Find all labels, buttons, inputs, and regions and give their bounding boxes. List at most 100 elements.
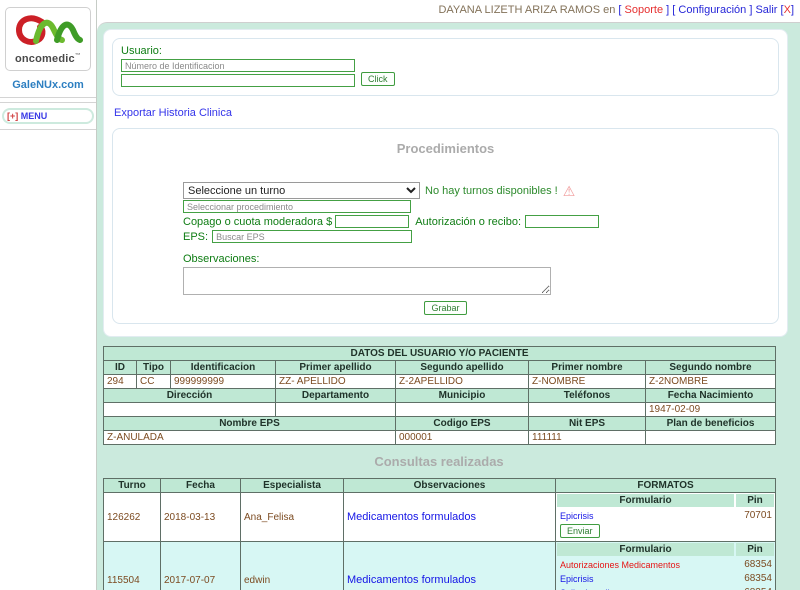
consulta-row: 126262 2018-03-13 Ana_Felisa Medicamento… (104, 493, 776, 542)
col-header-fecha: Fecha (161, 479, 241, 493)
col-header: ID (104, 361, 137, 375)
col-header: Nombre EPS (104, 417, 396, 431)
patient-phones (529, 403, 646, 417)
datos-title: DATOS DEL USUARIO Y/O PACIENTE (104, 347, 776, 361)
col-header-observaciones: Observaciones (344, 479, 556, 493)
formato-pin: 68354 (732, 559, 772, 570)
formato-link[interactable]: Epicrisis (560, 511, 732, 521)
consulta-observaciones-link[interactable]: Medicamentos formulados (347, 574, 476, 586)
menu-label: MENU (21, 111, 48, 121)
col-header: Plan de beneficios (646, 417, 776, 431)
procedimiento-search-input[interactable] (183, 200, 411, 213)
salir-link[interactable]: Salir (755, 4, 777, 16)
col-header: Tipo (137, 361, 171, 375)
consulta-row: 115504 2017-07-07 edwin Medicamentos for… (104, 542, 776, 590)
no-turnos-message: No hay turnos disponibles ! (425, 185, 558, 197)
col-header: Primer apellido (276, 361, 396, 375)
bracket: [ (618, 4, 621, 16)
main-content: Usuario: Click Exportar Historia Clinica… (97, 22, 800, 590)
sidebar-divider (0, 97, 96, 98)
consulta-turno: 115504 (104, 542, 161, 590)
consultas-table-body: 126262 2018-03-13 Ana_Felisa Medicamento… (104, 493, 776, 590)
pin-subheader: Pin (736, 494, 774, 507)
formato-pin: 70701 (732, 510, 772, 521)
configuracion-link[interactable]: Configuración (678, 4, 746, 16)
patient-municipality (396, 403, 529, 417)
menu-toggle[interactable]: [+] MENU (2, 108, 94, 124)
grabar-button[interactable]: Grabar (424, 301, 466, 315)
consulta-especialista: edwin (241, 542, 344, 590)
export-historia-link[interactable]: Exportar Historia Clinica (114, 107, 779, 119)
col-header: Nit EPS (529, 417, 646, 431)
procedimientos-box: Procedimientos Seleccione un turno No ha… (112, 128, 779, 324)
formato-link[interactable]: Autorizaciones Medicamentos (560, 560, 732, 570)
col-header: Codigo EPS (396, 417, 529, 431)
sidebar: oncomedic™ GaleNUx.com [+] MENU (0, 0, 97, 590)
col-header: Identificacion (171, 361, 276, 375)
consultas-title: Consultas realizadas (103, 454, 775, 469)
usuario-label: Usuario: (121, 45, 162, 57)
expand-plus-icon: [+] (7, 111, 18, 121)
formato-link[interactable]: Epicrisis (560, 574, 732, 584)
eps-search-input[interactable] (212, 230, 412, 243)
observaciones-label: Observaciones: (183, 253, 770, 265)
consulta-formatos-cell: Formulario Pin Autorizaciones Medicament… (556, 542, 776, 590)
eps-code: 000001 (396, 431, 529, 445)
autorizacion-input[interactable] (525, 215, 599, 228)
enviar-button[interactable]: Enviar (560, 524, 600, 538)
formulario-subheader: Formulario (557, 494, 734, 507)
consulta-fecha: 2018-03-13 (161, 493, 241, 542)
en-text: en (603, 4, 615, 16)
col-header-turno: Turno (104, 479, 161, 493)
eps-nit: 111111 (529, 431, 646, 445)
autorizacion-label: Autorización o recibo: (415, 216, 521, 228)
identification-confirm-input[interactable] (121, 74, 355, 87)
pin-subheader: Pin (736, 543, 774, 556)
logged-user-name: DAYANA LIZETH ARIZA RAMOS (438, 4, 600, 16)
oncomedic-swirl-icon (12, 12, 84, 50)
procedimientos-title: Procedimientos (121, 141, 770, 156)
formatos-subheader: Formulario Pin (557, 543, 774, 556)
patient-department (276, 403, 396, 417)
bracket: ] (666, 4, 669, 16)
oncomedic-logo: oncomedic™ (5, 7, 91, 71)
patient-first-surname: ZZ- APELLIDO (276, 375, 396, 389)
sidebar-divider (0, 102, 96, 103)
patient-second-name: Z-2NOMBRE (646, 375, 776, 389)
warning-icon: ⚠ (563, 184, 576, 198)
col-header-especialista: Especialista (241, 479, 344, 493)
copago-label: Copago o cuota moderadora $ (183, 216, 332, 228)
forms-panel: Usuario: Click Exportar Historia Clinica… (103, 29, 788, 337)
close-session-x-link[interactable]: X (784, 4, 791, 16)
consulta-formatos-cell: Formulario Pin Epicrisis70701 Enviar (556, 493, 776, 542)
patient-address (104, 403, 276, 417)
formatos-list: Autorizaciones Medicamentos68354Epicrisi… (556, 557, 775, 590)
sidebar-divider (0, 129, 96, 130)
formatos-list: Epicrisis70701 (556, 508, 775, 522)
consulta-fecha: 2017-07-07 (161, 542, 241, 590)
datos-paciente-table: DATOS DEL USUARIO Y/O PACIENTE ID Tipo I… (103, 346, 776, 445)
patient-id: 294 (104, 375, 137, 389)
consulta-observaciones-link[interactable]: Medicamentos formulados (347, 511, 476, 523)
trademark-symbol: ™ (75, 53, 81, 59)
eps-label: EPS: (183, 231, 208, 243)
consulta-turno: 126262 (104, 493, 161, 542)
copago-input[interactable] (335, 215, 409, 228)
usuario-box: Usuario: Click (112, 38, 779, 96)
benefits-plan (646, 431, 776, 445)
logo-wordmark: oncomedic™ (8, 53, 88, 65)
soporte-link[interactable]: Soporte (625, 4, 664, 16)
observaciones-textarea[interactable] (183, 267, 551, 295)
galenux-site-link[interactable]: GaleNUx.com (0, 79, 96, 91)
col-header-formatos: FORMATOS (556, 479, 776, 493)
patient-birthdate: 1947-02-09 (646, 403, 776, 417)
col-header: Departamento (276, 389, 396, 403)
consulta-especialista: Ana_Felisa (241, 493, 344, 542)
col-header: Segundo nombre (646, 361, 776, 375)
patient-identification: 999999999 (171, 375, 276, 389)
identification-input[interactable] (121, 59, 355, 72)
patient-doc-type: CC (137, 375, 171, 389)
bracket: ] (749, 4, 752, 16)
click-button[interactable]: Click (361, 72, 395, 86)
turno-select[interactable]: Seleccione un turno (183, 182, 420, 199)
